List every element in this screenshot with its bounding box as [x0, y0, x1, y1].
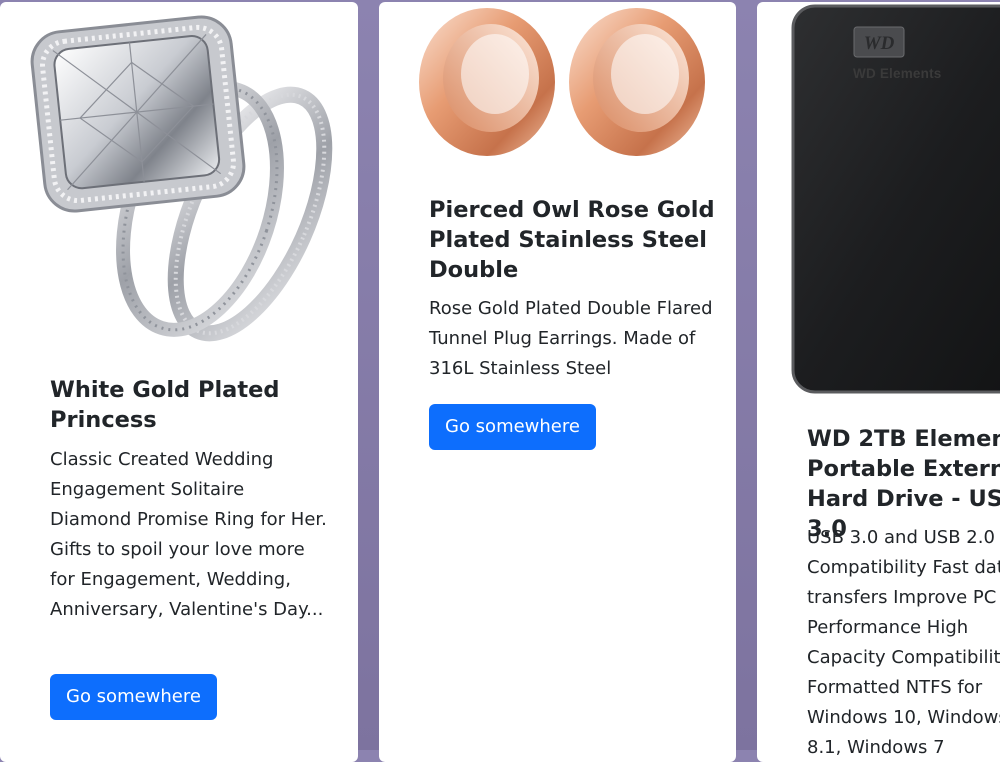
- product-title: Pierced Owl Rose Gold Plated Stainless S…: [429, 197, 715, 283]
- brand-name: WD Elements: [853, 66, 942, 81]
- product-description: USB 3.0 and USB 2.0 Compatibility Fast d…: [807, 527, 1000, 758]
- product-title: White Gold Plated Princess: [50, 377, 280, 433]
- tunnel-plug-earrings-image: [419, 8, 705, 156]
- external-hard-drive-image: WD WD Elements: [791, 4, 1000, 394]
- product-description: Classic Created Wedding Engagement Solit…: [50, 449, 327, 620]
- product-card: White Gold Plated Princess Classic Creat…: [0, 2, 358, 762]
- svg-text:WD: WD: [864, 33, 895, 54]
- wd-logo-icon: WD: [853, 26, 905, 58]
- product-description: Rose Gold Plated Double Flared Tunnel Pl…: [429, 298, 713, 379]
- product-card: Pierced Owl Rose Gold Plated Stainless S…: [379, 2, 736, 762]
- go-somewhere-button[interactable]: Go somewhere: [429, 404, 596, 450]
- product-card: WD WD Elements WD 2TB Elements Portable …: [757, 2, 1000, 762]
- diamond-ring-image: [30, 15, 333, 342]
- go-somewhere-button[interactable]: Go somewhere: [50, 674, 217, 720]
